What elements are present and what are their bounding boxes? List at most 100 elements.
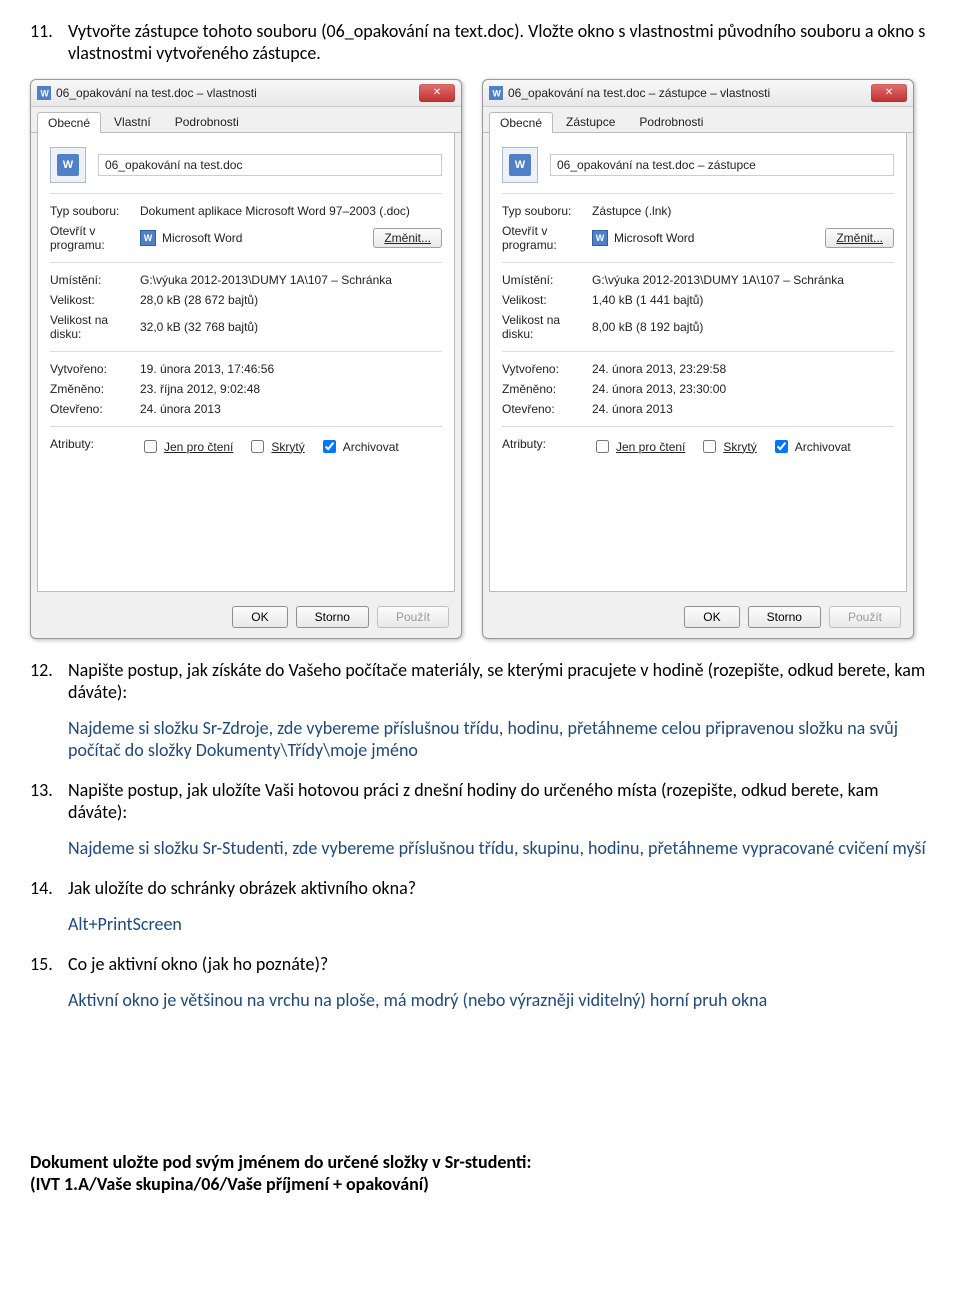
screenshots-row: W 06_opakování na test.doc – vlastnosti … bbox=[30, 79, 930, 639]
tab-pane: W 06_opakování na test.doc Typ souboru:D… bbox=[37, 133, 455, 592]
ok-button[interactable]: OK bbox=[684, 606, 739, 628]
size-value: 1,40 kB (1 441 bajtů) bbox=[592, 293, 894, 307]
disksize-value: 32,0 kB (32 768 bajtů) bbox=[140, 313, 442, 341]
accessed-value: 24. února 2013 bbox=[140, 402, 442, 416]
accessed-label: Otevřeno: bbox=[502, 402, 592, 416]
tabs: Obecné Zástupce Podrobnosti bbox=[483, 107, 913, 133]
modified-value: 23. října 2012, 9:02:48 bbox=[140, 382, 442, 396]
tab-details[interactable]: Podrobnosti bbox=[164, 111, 250, 132]
file-icon: W bbox=[50, 147, 86, 183]
filename-field[interactable]: 06_opakování na test.doc bbox=[98, 154, 442, 176]
dialog-footer: OK Storno Použít bbox=[483, 598, 913, 638]
titlebar: W 06_opakování na test.doc – vlastnosti … bbox=[31, 80, 461, 107]
question-12: 12. Napište postup, jak získáte do Vašeh… bbox=[30, 659, 930, 703]
q15-num: 15. bbox=[30, 953, 68, 975]
location-label: Umístění: bbox=[50, 273, 140, 287]
created-label: Vytvořeno: bbox=[502, 362, 592, 376]
tabs: Obecné Vlastní Podrobnosti bbox=[31, 107, 461, 133]
q11-text: Vytvořte zástupce tohoto souboru (06_opa… bbox=[68, 20, 930, 64]
modified-label: Změněno: bbox=[502, 382, 592, 396]
q12-answer: Najdeme si složku Sr-Zdroje, zde vyberem… bbox=[68, 717, 930, 761]
tab-details[interactable]: Podrobnosti bbox=[628, 111, 714, 132]
tab-general[interactable]: Obecné bbox=[489, 112, 553, 133]
hidden-checkbox[interactable]: Skrytý bbox=[699, 437, 756, 456]
location-value: G:\výuka 2012-2013\DUMY 1A\107 – Schránk… bbox=[140, 273, 442, 287]
openwith-label: Otevřít v programu: bbox=[502, 224, 592, 252]
q12-num: 12. bbox=[30, 659, 68, 703]
footer-line1: Dokument uložte pod svým jménem do určen… bbox=[30, 1151, 930, 1173]
close-button[interactable]: ✕ bbox=[419, 84, 455, 102]
created-value: 24. února 2013, 23:29:58 bbox=[592, 362, 894, 376]
q13-text: Napište postup, jak uložíte Vaši hotovou… bbox=[68, 779, 930, 823]
accessed-value: 24. února 2013 bbox=[592, 402, 894, 416]
change-button[interactable]: Změnit... bbox=[373, 228, 442, 248]
size-label: Velikost: bbox=[502, 293, 592, 307]
q14-answer: Alt+PrintScreen bbox=[68, 913, 930, 935]
footer-line2: (IVT 1.A/Vaše skupina/06/Vaše příjmení +… bbox=[30, 1173, 930, 1195]
location-value: G:\výuka 2012-2013\DUMY 1A\107 – Schránk… bbox=[592, 273, 894, 287]
disksize-label: Velikost na disku: bbox=[50, 313, 140, 341]
attributes-label: Atributy: bbox=[50, 437, 140, 456]
readonly-checkbox[interactable]: Jen pro čtení bbox=[592, 437, 685, 456]
word-app-icon: W bbox=[592, 230, 608, 246]
tab-general[interactable]: Obecné bbox=[37, 112, 101, 133]
svg-text:W: W bbox=[41, 89, 50, 99]
tab-custom[interactable]: Vlastní bbox=[103, 111, 162, 132]
word-doc-icon: W bbox=[489, 86, 503, 100]
q13-answer: Najdeme si složku Sr-Studenti, zde vyber… bbox=[68, 837, 930, 859]
readonly-checkbox[interactable]: Jen pro čtení bbox=[140, 437, 233, 456]
file-icon: W bbox=[502, 147, 538, 183]
q15-answer: Aktivní okno je většinou na vrchu na plo… bbox=[68, 989, 930, 1011]
word-doc-icon: W bbox=[37, 86, 51, 100]
apply-button[interactable]: Použít bbox=[829, 606, 901, 628]
modified-value: 24. února 2013, 23:30:00 bbox=[592, 382, 894, 396]
attributes-label: Atributy: bbox=[502, 437, 592, 456]
filename-field[interactable]: 06_opakování na test.doc – zástupce bbox=[550, 154, 894, 176]
file-icon-letter: W bbox=[509, 154, 531, 176]
close-button[interactable]: ✕ bbox=[871, 84, 907, 102]
tab-shortcut[interactable]: Zástupce bbox=[555, 111, 626, 132]
type-label: Typ souboru: bbox=[50, 204, 140, 218]
cancel-button[interactable]: Storno bbox=[748, 606, 821, 628]
openwith-label: Otevřít v programu: bbox=[50, 224, 140, 252]
titlebar-text: 06_opakování na test.doc – vlastnosti bbox=[56, 86, 419, 100]
type-value: Zástupce (.lnk) bbox=[592, 204, 894, 218]
word-app-icon: W bbox=[140, 230, 156, 246]
change-button[interactable]: Změnit... bbox=[825, 228, 894, 248]
svg-text:W: W bbox=[493, 89, 502, 99]
titlebar: W 06_opakování na test.doc – zástupce – … bbox=[483, 80, 913, 107]
question-11: 11. Vytvořte zástupce tohoto souboru (06… bbox=[30, 20, 930, 64]
disksize-label: Velikost na disku: bbox=[502, 313, 592, 341]
q12-text: Napište postup, jak získáte do Vašeho po… bbox=[68, 659, 930, 703]
archive-checkbox[interactable]: Archivovat bbox=[319, 437, 399, 456]
type-value: Dokument aplikace Microsoft Word 97–2003… bbox=[140, 204, 442, 218]
dialog-footer: OK Storno Použít bbox=[31, 598, 461, 638]
cancel-button[interactable]: Storno bbox=[296, 606, 369, 628]
q14-text: Jak uložíte do schránky obrázek aktivníh… bbox=[68, 877, 930, 899]
size-label: Velikost: bbox=[50, 293, 140, 307]
ok-button[interactable]: OK bbox=[232, 606, 287, 628]
created-label: Vytvořeno: bbox=[50, 362, 140, 376]
file-icon-letter: W bbox=[57, 154, 79, 176]
properties-dialog-original: W 06_opakování na test.doc – vlastnosti … bbox=[30, 79, 462, 639]
footer-note: Dokument uložte pod svým jménem do určen… bbox=[30, 1151, 930, 1195]
modified-label: Změněno: bbox=[50, 382, 140, 396]
tab-pane: W 06_opakování na test.doc – zástupce Ty… bbox=[489, 133, 907, 592]
q15-text: Co je aktivní okno (jak ho poznáte)? bbox=[68, 953, 930, 975]
openwith-value: Microsoft Word bbox=[614, 231, 694, 245]
question-15: 15. Co je aktivní okno (jak ho poznáte)? bbox=[30, 953, 930, 975]
q13-num: 13. bbox=[30, 779, 68, 823]
q14-num: 14. bbox=[30, 877, 68, 899]
properties-dialog-shortcut: W 06_opakování na test.doc – zástupce – … bbox=[482, 79, 914, 639]
q11-num: 11. bbox=[30, 20, 68, 64]
openwith-value: Microsoft Word bbox=[162, 231, 242, 245]
question-13: 13. Napište postup, jak uložíte Vaši hot… bbox=[30, 779, 930, 823]
disksize-value: 8,00 kB (8 192 bajtů) bbox=[592, 313, 894, 341]
accessed-label: Otevřeno: bbox=[50, 402, 140, 416]
size-value: 28,0 kB (28 672 bajtů) bbox=[140, 293, 442, 307]
location-label: Umístění: bbox=[502, 273, 592, 287]
created-value: 19. února 2013, 17:46:56 bbox=[140, 362, 442, 376]
apply-button[interactable]: Použít bbox=[377, 606, 449, 628]
archive-checkbox[interactable]: Archivovat bbox=[771, 437, 851, 456]
hidden-checkbox[interactable]: Skrytý bbox=[247, 437, 304, 456]
